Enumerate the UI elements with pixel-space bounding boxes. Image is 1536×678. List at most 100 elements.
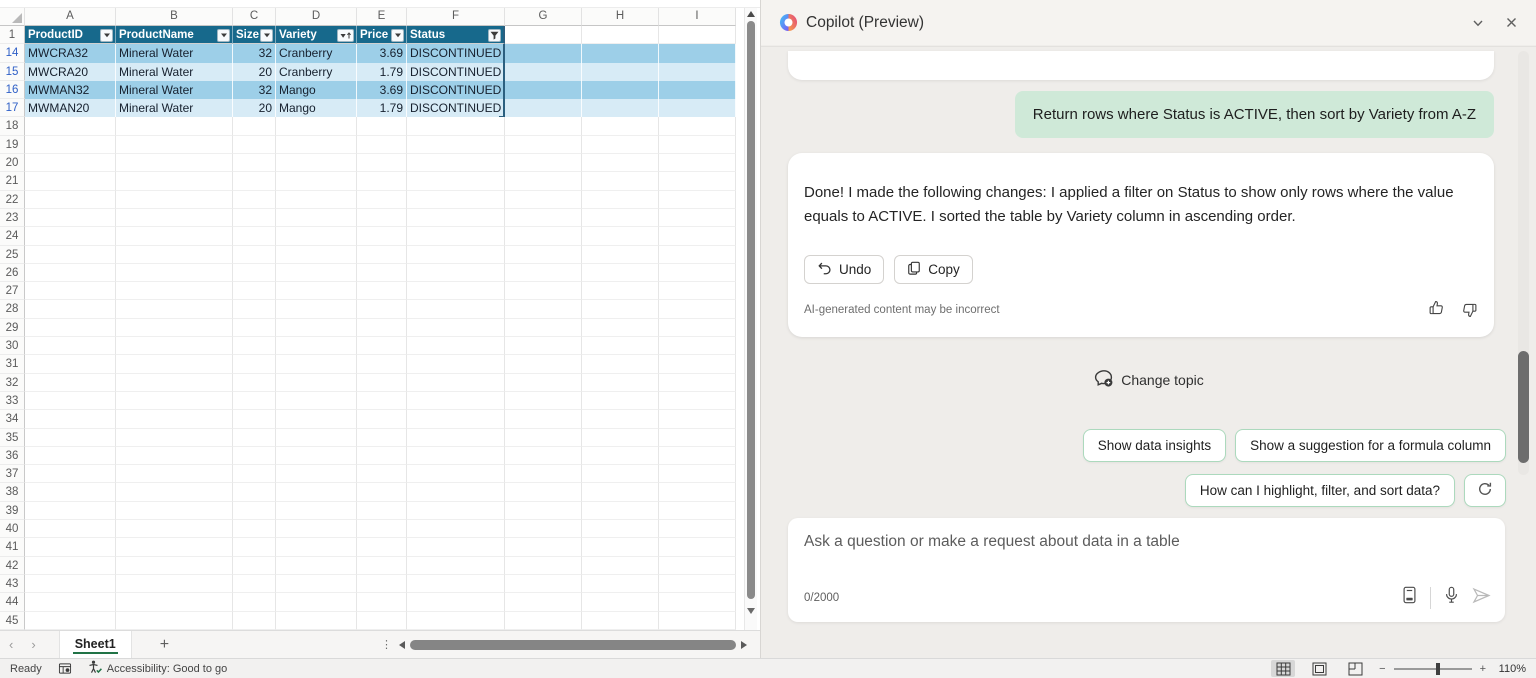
cell[interactable] bbox=[116, 172, 233, 190]
cell[interactable] bbox=[505, 502, 582, 520]
cell[interactable] bbox=[582, 63, 659, 81]
cell[interactable] bbox=[582, 355, 659, 373]
cell[interactable] bbox=[505, 520, 582, 538]
prompt-notebook-icon[interactable] bbox=[1402, 586, 1417, 609]
cell[interactable] bbox=[25, 319, 116, 337]
next-sheet-icon[interactable]: › bbox=[22, 631, 44, 658]
cell[interactable] bbox=[116, 575, 233, 593]
cell[interactable] bbox=[25, 374, 116, 392]
tab-scroll-handle[interactable]: ⋮ bbox=[381, 638, 392, 651]
cell[interactable] bbox=[659, 319, 736, 337]
cell[interactable] bbox=[357, 209, 407, 227]
cell[interactable] bbox=[659, 429, 736, 447]
scroll-down-icon[interactable] bbox=[747, 608, 755, 614]
cell[interactable] bbox=[116, 538, 233, 556]
cell[interactable] bbox=[582, 264, 659, 282]
cell[interactable] bbox=[582, 465, 659, 483]
macro-record-icon[interactable] bbox=[58, 662, 72, 675]
cell[interactable] bbox=[357, 374, 407, 392]
cell[interactable] bbox=[582, 410, 659, 428]
cell[interactable] bbox=[407, 483, 505, 501]
cell[interactable]: MWCRA32 bbox=[25, 44, 116, 62]
cell[interactable] bbox=[505, 172, 582, 190]
cell[interactable] bbox=[25, 593, 116, 611]
cell[interactable] bbox=[276, 410, 357, 428]
cell[interactable] bbox=[357, 337, 407, 355]
cell[interactable] bbox=[407, 227, 505, 245]
row-number-21[interactable]: 21 bbox=[0, 172, 25, 190]
cell[interactable] bbox=[582, 81, 659, 99]
cell[interactable] bbox=[407, 319, 505, 337]
column-header-i[interactable]: I bbox=[659, 8, 736, 26]
cell[interactable] bbox=[505, 191, 582, 209]
cell[interactable] bbox=[659, 282, 736, 300]
cell[interactable] bbox=[659, 191, 736, 209]
cell[interactable] bbox=[505, 593, 582, 611]
cell[interactable] bbox=[233, 374, 276, 392]
cell[interactable] bbox=[407, 447, 505, 465]
cell[interactable] bbox=[276, 575, 357, 593]
cell[interactable] bbox=[25, 209, 116, 227]
cell[interactable] bbox=[505, 429, 582, 447]
cell[interactable] bbox=[276, 117, 357, 135]
column-header-a[interactable]: A bbox=[25, 8, 116, 26]
cell[interactable] bbox=[582, 575, 659, 593]
cell[interactable]: Mango bbox=[276, 99, 357, 117]
cell[interactable] bbox=[357, 172, 407, 190]
cell[interactable] bbox=[25, 465, 116, 483]
cell[interactable] bbox=[116, 282, 233, 300]
zoom-out-icon[interactable]: − bbox=[1379, 663, 1385, 675]
cell[interactable] bbox=[407, 593, 505, 611]
cell[interactable] bbox=[25, 447, 116, 465]
row-number-36[interactable]: 36 bbox=[0, 447, 25, 465]
row-number-23[interactable]: 23 bbox=[0, 209, 25, 227]
cell[interactable] bbox=[357, 300, 407, 318]
cell[interactable] bbox=[357, 575, 407, 593]
cell[interactable] bbox=[276, 557, 357, 575]
cell[interactable] bbox=[659, 483, 736, 501]
cell[interactable] bbox=[276, 538, 357, 556]
cell[interactable] bbox=[233, 227, 276, 245]
cell[interactable] bbox=[659, 447, 736, 465]
cell[interactable] bbox=[582, 172, 659, 190]
cell[interactable] bbox=[116, 264, 233, 282]
suggestion-chip-formula-column[interactable]: Show a suggestion for a formula column bbox=[1235, 429, 1506, 462]
row-number-26[interactable]: 26 bbox=[0, 264, 25, 282]
row-number-29[interactable]: 29 bbox=[0, 319, 25, 337]
cell[interactable] bbox=[233, 154, 276, 172]
cell[interactable] bbox=[233, 465, 276, 483]
cell[interactable] bbox=[505, 319, 582, 337]
cell[interactable] bbox=[116, 557, 233, 575]
table-header-cell-status[interactable]: Status bbox=[407, 26, 505, 44]
send-icon[interactable] bbox=[1472, 587, 1491, 609]
cell[interactable] bbox=[407, 429, 505, 447]
cell[interactable] bbox=[25, 117, 116, 135]
cell[interactable] bbox=[233, 319, 276, 337]
cell[interactable] bbox=[276, 264, 357, 282]
change-topic-button[interactable]: Change topic bbox=[761, 368, 1536, 391]
cell[interactable] bbox=[659, 392, 736, 410]
cell[interactable] bbox=[25, 392, 116, 410]
cell[interactable] bbox=[582, 227, 659, 245]
chevron-down-icon[interactable] bbox=[1471, 16, 1485, 30]
cell[interactable] bbox=[407, 392, 505, 410]
normal-view-icon[interactable] bbox=[1271, 660, 1295, 677]
cell[interactable] bbox=[357, 612, 407, 630]
cell[interactable] bbox=[25, 172, 116, 190]
cell[interactable] bbox=[357, 392, 407, 410]
select-all-corner[interactable] bbox=[0, 8, 25, 26]
cell[interactable] bbox=[582, 502, 659, 520]
cell[interactable] bbox=[25, 264, 116, 282]
cell[interactable] bbox=[276, 246, 357, 264]
cell[interactable] bbox=[276, 429, 357, 447]
cell[interactable] bbox=[407, 154, 505, 172]
cell[interactable] bbox=[276, 392, 357, 410]
cell[interactable] bbox=[505, 209, 582, 227]
row-number-22[interactable]: 22 bbox=[0, 191, 25, 209]
copilot-scroll-thumb[interactable] bbox=[1518, 351, 1529, 463]
cell[interactable] bbox=[505, 483, 582, 501]
filter-dropdown-icon[interactable] bbox=[391, 29, 404, 42]
cell[interactable] bbox=[276, 209, 357, 227]
cell[interactable] bbox=[505, 410, 582, 428]
row-number-31[interactable]: 31 bbox=[0, 355, 25, 373]
